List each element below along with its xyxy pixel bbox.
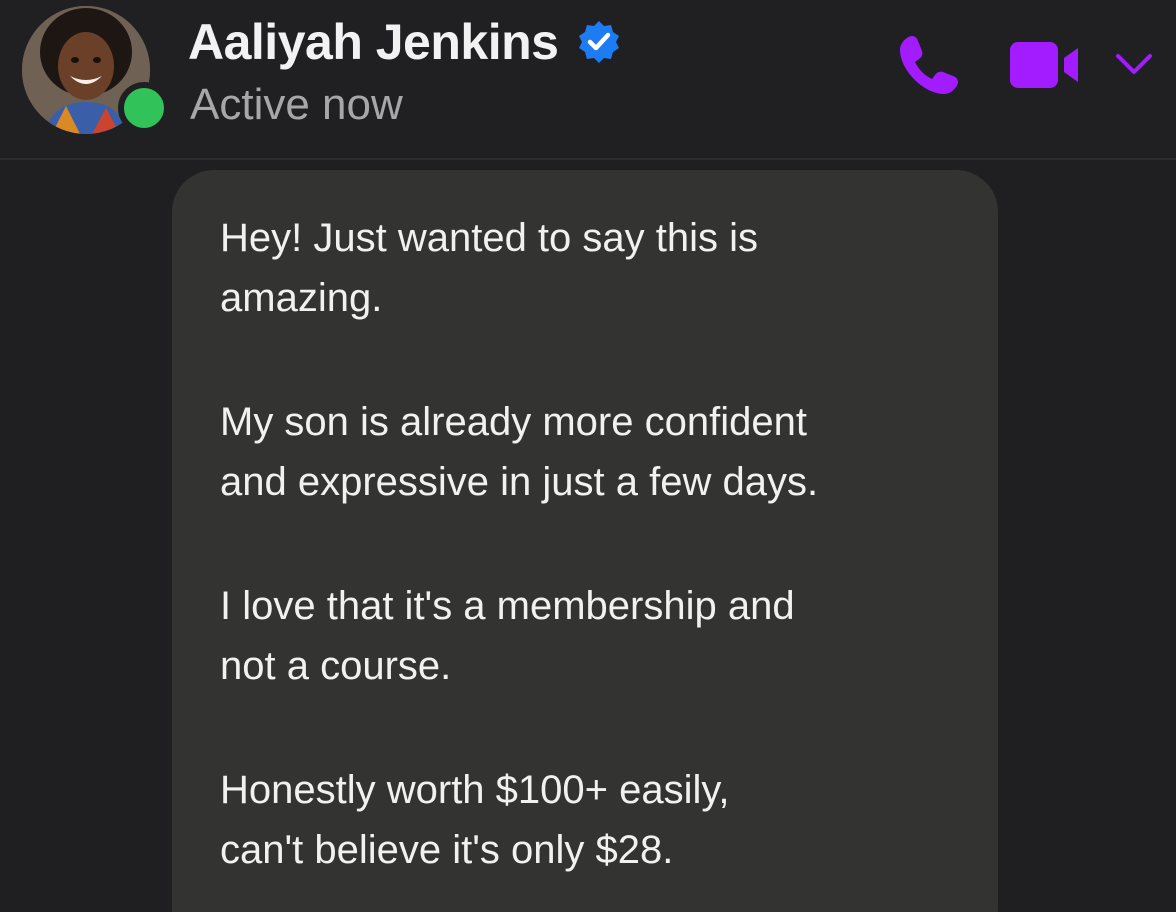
chat-header: Aaliyah Jenkins Active now: [0, 0, 1176, 160]
phone-icon: [900, 36, 958, 94]
contact-name-row: Aaliyah Jenkins: [188, 12, 622, 72]
incoming-message-bubble[interactable]: Hey! Just wanted to say this is amazing.…: [172, 170, 998, 912]
chat-screen: Aaliyah Jenkins Active now Hey! Just wan…: [0, 0, 1176, 912]
message-paragraph: I love that it's a membership and not a …: [220, 584, 795, 688]
video-camera-icon: [1010, 42, 1078, 88]
contact-status: Active now: [190, 80, 403, 129]
online-status-dot: [118, 82, 170, 134]
message-paragraph: Hey! Just wanted to say this is amazing.: [220, 216, 759, 320]
chevron-down-icon: [1116, 54, 1152, 74]
video-call-button[interactable]: [1008, 36, 1084, 94]
header-menu-button[interactable]: [1112, 46, 1156, 80]
contact-name[interactable]: Aaliyah Jenkins: [188, 13, 559, 71]
message-paragraph: My son is already more confident and exp…: [220, 400, 819, 504]
contact-avatar[interactable]: [22, 6, 170, 138]
verified-badge-icon: [576, 19, 622, 65]
voice-call-button[interactable]: [894, 30, 964, 100]
message-paragraph: Honestly worth $100+ easily, can't belie…: [220, 768, 730, 872]
